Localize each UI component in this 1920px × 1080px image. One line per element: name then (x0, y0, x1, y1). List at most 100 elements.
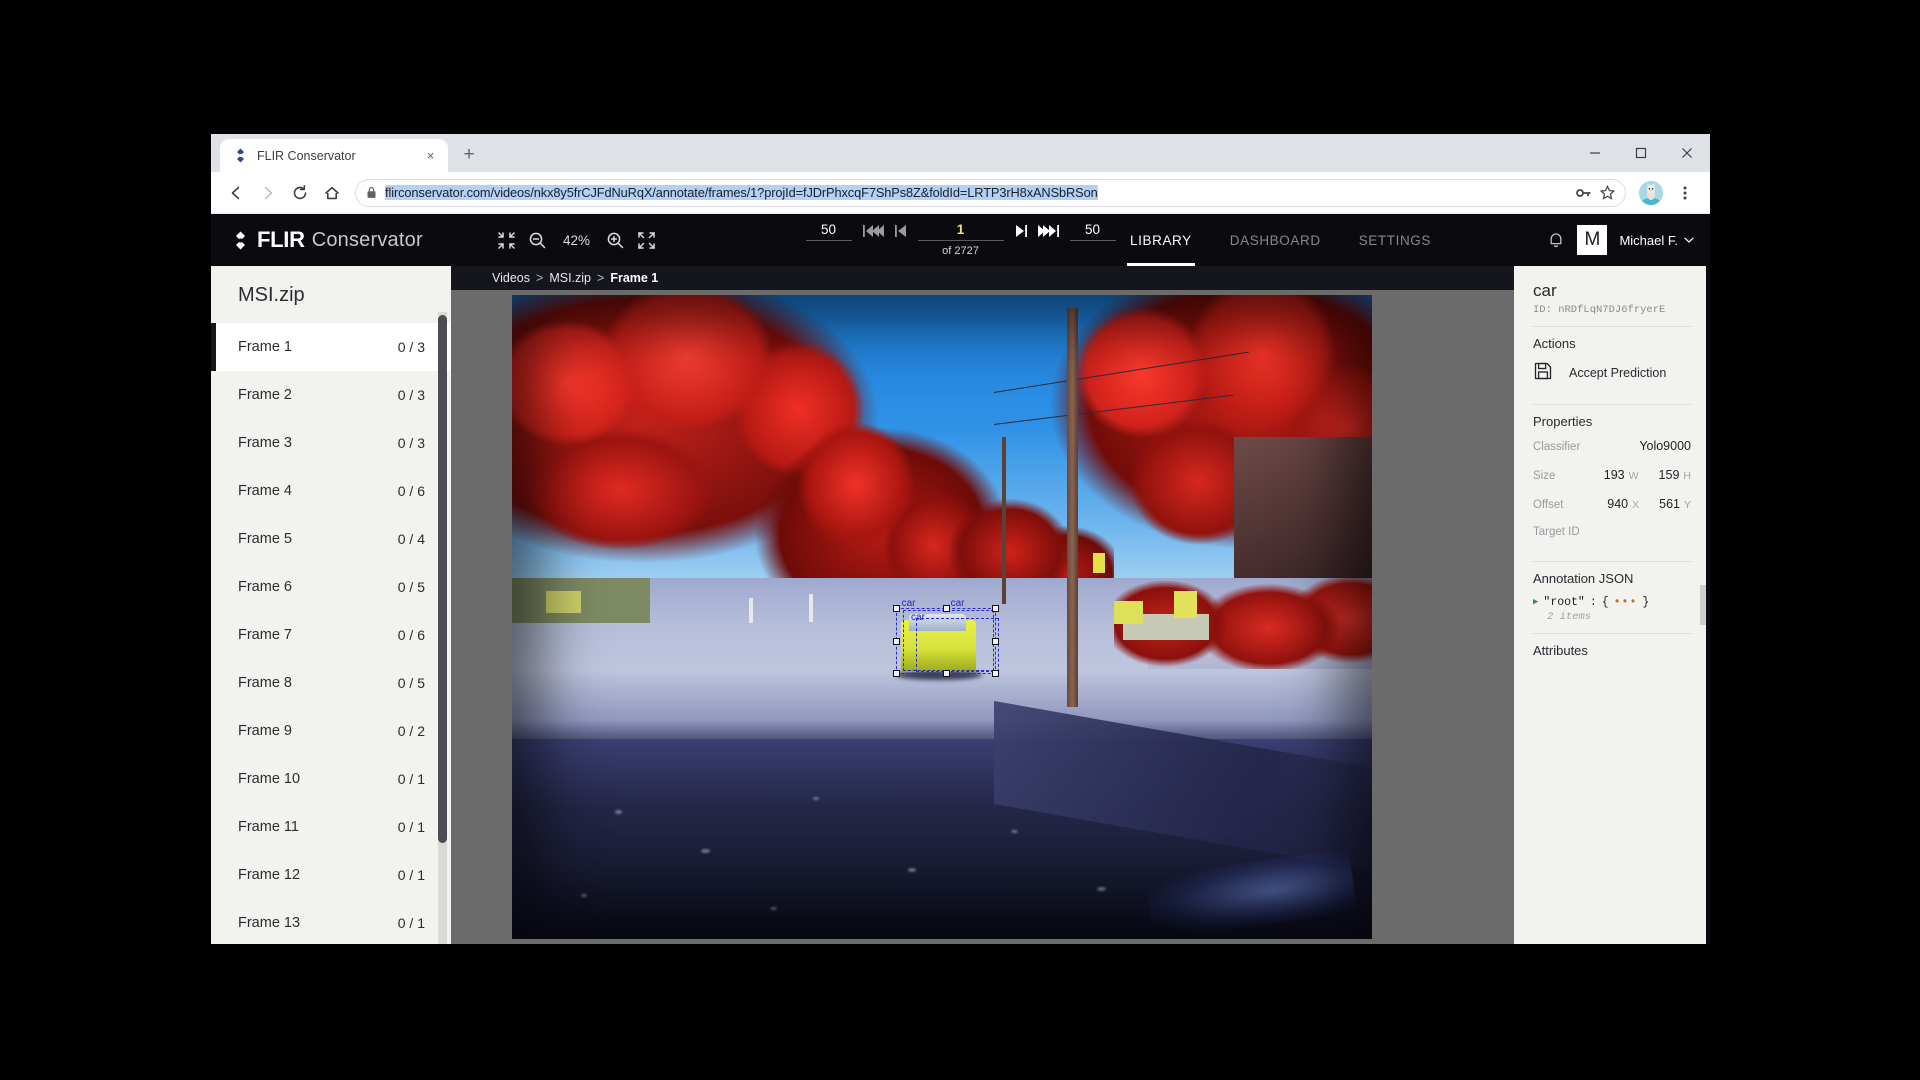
tab-dashboard[interactable]: DASHBOARD (1211, 214, 1340, 266)
url-text: flirconservator.com/videos/nkx8y5frCJFdN… (385, 185, 1098, 200)
frame-list-item[interactable]: Frame 8 0 / 5 (211, 659, 451, 707)
zoom-in-icon[interactable] (607, 232, 624, 249)
close-window-button[interactable] (1664, 134, 1710, 172)
frame-list-item[interactable]: Frame 10 0 / 1 (211, 755, 451, 803)
offset-x-value[interactable]: 940 (1607, 497, 1628, 511)
road-speck (701, 848, 711, 853)
chevron-right-icon[interactable]: ▶ (1533, 597, 1538, 607)
browser-tab[interactable]: FLIR Conservator × (220, 139, 448, 172)
annotation-id: ID: nRDfLqN7DJ6fryerE (1533, 303, 1666, 316)
bell-icon[interactable] (1547, 231, 1565, 249)
offset-y-value[interactable]: 561 (1659, 497, 1680, 511)
resize-handle-s[interactable] (942, 670, 950, 678)
step-back-icon[interactable] (894, 222, 908, 239)
resize-handle-n[interactable] (942, 604, 950, 612)
minimize-button[interactable] (1572, 134, 1618, 172)
key-icon[interactable] (1576, 186, 1592, 200)
annotation-json-tree[interactable]: ▶ "root" : { ••• } 2 items (1514, 592, 1710, 623)
maximize-button[interactable] (1618, 134, 1664, 172)
resize-handle-ne[interactable] (992, 604, 1000, 612)
skip-forward-step-input[interactable]: 50 (1069, 222, 1116, 241)
road-speck (1010, 829, 1018, 833)
annotation-box-selected[interactable] (893, 604, 1000, 678)
frame-list-item[interactable]: Frame 2 0 / 3 (211, 371, 451, 419)
property-value: Yolo9000 (1639, 438, 1691, 453)
size-width-value[interactable]: 193 (1604, 468, 1625, 482)
sidebar-scrollbar-thumb[interactable] (438, 315, 447, 843)
accept-prediction-label: Accept Prediction (1569, 366, 1667, 381)
annotation-title: car (1533, 281, 1557, 300)
browser-tab-strip: FLIR Conservator × + (211, 134, 1710, 172)
flir-diamond-icon (231, 231, 250, 250)
sidebar-scrollbar[interactable] (438, 312, 447, 944)
reload-button[interactable] (285, 178, 315, 208)
resize-handle-w[interactable] (893, 637, 901, 645)
resize-handle-nw[interactable] (893, 604, 901, 612)
avatar[interactable]: M (1577, 225, 1608, 255)
flir-conservator-app: FLIR Conservator 42% 50 1 of 2727 50 LIB… (211, 214, 1710, 944)
frame-count: 0 / 3 (397, 387, 425, 403)
tab-settings[interactable]: SETTINGS (1340, 214, 1450, 266)
wall-left (512, 578, 650, 624)
frame-list-item[interactable]: Frame 7 0 / 6 (211, 611, 451, 659)
frame-list-item[interactable]: Frame 1 0 / 3 (211, 323, 451, 371)
infrared-frame-image[interactable]: car car car (512, 295, 1372, 939)
road-post-a (748, 597, 753, 624)
user-area: M Michael F. (1547, 225, 1694, 255)
sidebar-title: MSI.zip (238, 284, 305, 306)
frame-name: Frame 7 (238, 627, 292, 643)
app-nav-tabs: LIBRARY DASHBOARD SETTINGS (1111, 214, 1450, 266)
back-button[interactable] (221, 178, 251, 208)
image-viewer[interactable]: car car car (451, 290, 1514, 944)
property-label: Classifier (1533, 440, 1581, 453)
json-colon: : (1589, 595, 1597, 609)
resize-handle-sw[interactable] (893, 670, 901, 678)
frame-list-item[interactable]: Frame 11 0 / 1 (211, 803, 451, 851)
zoom-out-icon[interactable] (529, 232, 546, 249)
frame-name: Frame 9 (238, 723, 292, 739)
step-forward-icon[interactable] (1014, 222, 1028, 239)
frame-list-item[interactable]: Frame 3 0 / 3 (211, 419, 451, 467)
new-tab-button[interactable]: + (454, 140, 484, 170)
json-collapsed-dots[interactable]: ••• (1614, 596, 1638, 609)
chevron-down-icon (1684, 237, 1694, 243)
user-menu[interactable]: Michael F. (1619, 233, 1694, 248)
skip-back-multi-icon[interactable] (862, 222, 884, 239)
current-frame-input[interactable]: 1 (917, 222, 1004, 241)
fit-to-screen-icon[interactable] (498, 231, 515, 249)
frame-list-item[interactable]: Frame 12 0 / 1 (211, 851, 451, 899)
app-body: MSI.zip Frame 1 0 / 3 Frame 2 0 / 3 Fram… (211, 266, 1710, 944)
address-bar[interactable]: flirconservator.com/videos/nkx8y5frCJFdN… (355, 178, 1626, 207)
frame-list-item[interactable]: Frame 6 0 / 5 (211, 563, 451, 611)
breadcrumb-folder[interactable]: MSI.zip (549, 271, 591, 285)
star-icon[interactable] (1600, 185, 1615, 200)
frame-name: Frame 4 (238, 483, 292, 499)
json-open-brace: { (1601, 595, 1609, 609)
frame-list-item[interactable]: Frame 9 0 / 2 (211, 707, 451, 755)
skip-back-step-input[interactable]: 50 (805, 222, 852, 241)
breadcrumb-root[interactable]: Videos (492, 271, 530, 285)
resize-handle-e[interactable] (992, 637, 1000, 645)
home-button[interactable] (317, 178, 347, 208)
browser-profile-avatar[interactable] (1639, 180, 1663, 205)
offset-x-unit: X (1632, 498, 1640, 511)
size-height-value[interactable]: 159 (1659, 468, 1680, 482)
three-dot-menu-icon[interactable] (1670, 178, 1700, 208)
property-target-id: Target ID (1514, 522, 1710, 551)
accept-prediction-button[interactable]: Accept Prediction (1514, 357, 1710, 394)
frame-name: Frame 3 (238, 435, 292, 451)
zoom-toolbar: 42% (498, 231, 655, 249)
breadcrumb: Videos > MSI.zip > Frame 1 (451, 266, 1514, 290)
tab-library[interactable]: LIBRARY (1111, 214, 1211, 266)
resize-handle-se[interactable] (992, 670, 1000, 678)
forward-button[interactable] (253, 178, 283, 208)
expand-icon[interactable] (638, 231, 655, 249)
close-tab-icon[interactable]: × (422, 147, 439, 164)
skip-forward-multi-icon[interactable] (1037, 222, 1060, 239)
frames-sidebar: MSI.zip Frame 1 0 / 3 Frame 2 0 / 3 Fram… (211, 266, 451, 944)
frame-list-item[interactable]: Frame 4 0 / 6 (211, 467, 451, 515)
frame-list-item[interactable]: Frame 13 0 / 1 (211, 899, 451, 944)
app-brand[interactable]: FLIR Conservator (211, 227, 486, 253)
frame-count: 0 / 2 (397, 723, 425, 739)
frame-list-item[interactable]: Frame 5 0 / 4 (211, 515, 451, 563)
